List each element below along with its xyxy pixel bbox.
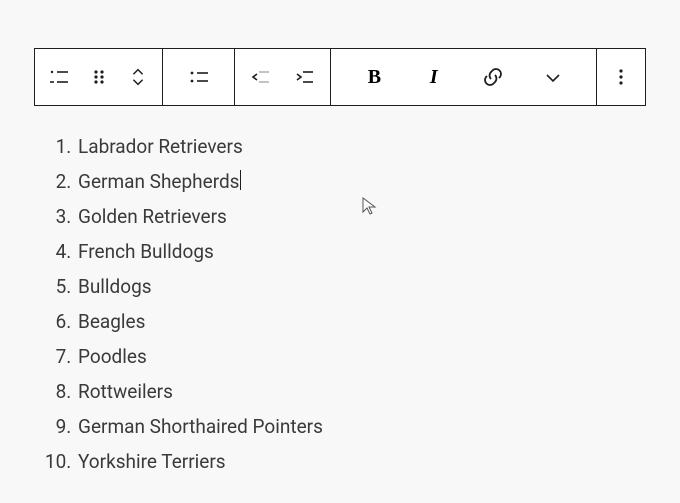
list-item[interactable]: Bulldogs <box>76 270 646 305</box>
list-item[interactable]: German Shepherds <box>76 165 646 200</box>
list-item-text[interactable]: Bulldogs <box>78 275 152 298</box>
list-style-button[interactable] <box>175 49 223 105</box>
toolbar-group-indent <box>235 49 331 105</box>
indent-button[interactable] <box>285 49 325 105</box>
list-item-text[interactable]: Poodles <box>78 345 147 368</box>
kebab-icon <box>609 65 633 89</box>
toolbar-group-options <box>597 49 645 105</box>
list-item-text[interactable]: Labrador Retrievers <box>78 135 243 158</box>
drag-icon <box>87 65 111 89</box>
options-button[interactable] <box>597 49 645 105</box>
more-richtext-button[interactable] <box>531 49 575 105</box>
list-item[interactable]: Yorkshire Terriers <box>76 445 646 480</box>
chevron-up-down-icon <box>127 65 149 89</box>
link-button[interactable] <box>471 49 515 105</box>
list-item-text[interactable]: Golden Retrievers <box>78 205 227 228</box>
outdent-button[interactable] <box>241 49 281 105</box>
chevron-down-icon <box>541 65 565 89</box>
toolbar-group-list-style <box>163 49 235 105</box>
list-item[interactable]: Rottweilers <box>76 375 646 410</box>
indent-icon <box>293 65 317 89</box>
list-item[interactable]: French Bulldogs <box>76 235 646 270</box>
list-item-text[interactable]: Beagles <box>78 310 145 333</box>
mover-button[interactable] <box>119 49 157 105</box>
bold-button[interactable]: B <box>352 49 396 105</box>
text-caret <box>240 170 241 190</box>
list-item[interactable]: German Shorthaired Pointers <box>76 410 646 445</box>
bullet-list-icon <box>187 65 211 89</box>
list-item-text[interactable]: French Bulldogs <box>78 240 214 263</box>
list-item-text[interactable]: Rottweilers <box>78 380 173 403</box>
block-type-button[interactable] <box>40 49 78 105</box>
list-item[interactable]: Poodles <box>76 340 646 375</box>
outdent-icon <box>249 65 273 89</box>
editor-content[interactable]: Labrador Retrievers German Shepherds Golde… <box>34 106 646 480</box>
ordered-list-icon <box>47 65 71 89</box>
list-item[interactable]: Labrador Retrievers <box>76 130 646 165</box>
list-item-text[interactable]: German Shorthaired Pointers <box>78 415 323 438</box>
italic-button[interactable]: I <box>412 49 456 105</box>
list-item[interactable]: Golden Retrievers <box>76 200 646 235</box>
list-item-text[interactable]: German Shepherds <box>78 170 239 193</box>
list-item-text[interactable]: Yorkshire Terriers <box>78 450 226 473</box>
list-item[interactable]: Beagles <box>76 305 646 340</box>
drag-handle-button[interactable] <box>80 49 118 105</box>
toolbar-group-block <box>35 49 163 105</box>
block-toolbar: B I <box>34 48 646 106</box>
link-icon <box>481 65 505 89</box>
italic-icon: I <box>430 66 438 89</box>
toolbar-group-inline: B I <box>331 49 597 105</box>
ordered-list[interactable]: Labrador Retrievers German Shepherds Golde… <box>36 130 646 480</box>
bold-icon: B <box>368 66 381 89</box>
